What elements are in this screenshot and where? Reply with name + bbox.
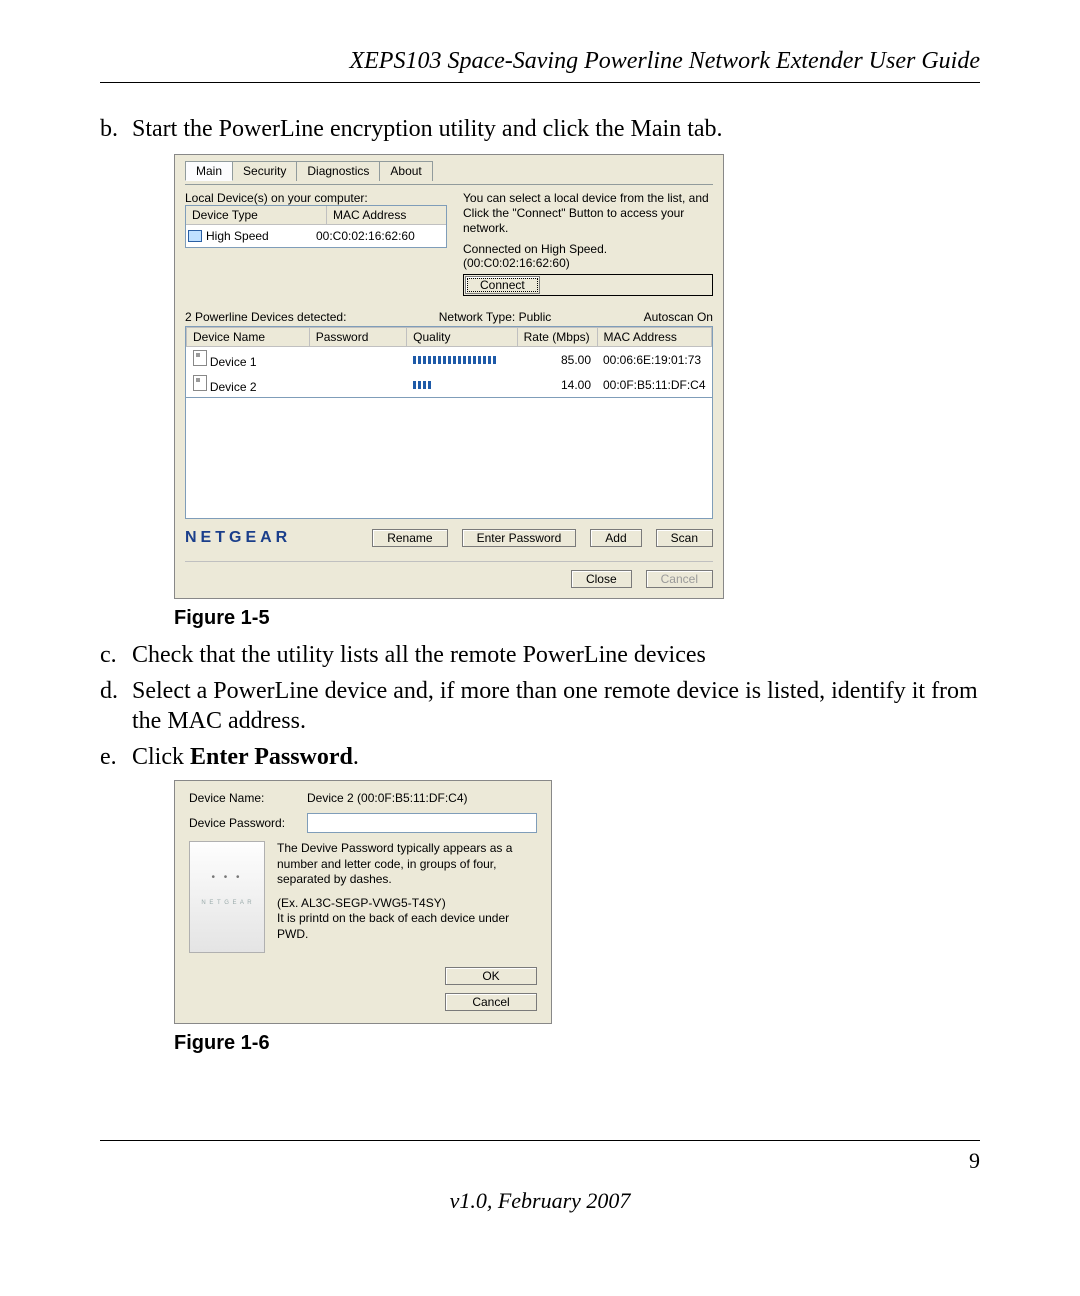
add-button[interactable]: Add <box>590 529 641 547</box>
connect-button[interactable]: Connect <box>465 276 540 294</box>
devices-grid: Device Name Password Quality Rate (Mbps)… <box>185 326 713 398</box>
tab-security[interactable]: Security <box>232 161 297 181</box>
netgear-logo: NETGEAR <box>185 529 291 547</box>
cell-name: Device 2 <box>210 380 257 394</box>
step-c-marker: c. <box>100 640 132 670</box>
close-button[interactable]: Close <box>571 570 632 588</box>
cancel-button: Cancel <box>646 570 713 588</box>
figure-1-5-caption: Figure 1-5 <box>174 607 980 630</box>
quality-bar <box>413 381 431 389</box>
device-name-label: Device Name: <box>189 791 307 805</box>
figure-1-5-window: Main Security Diagnostics About Local De… <box>174 154 724 599</box>
cell-password <box>309 372 406 397</box>
network-type-label: Network Type: Public <box>439 310 552 324</box>
col-rate: Rate (Mbps) <box>517 328 597 347</box>
device-name-value: Device 2 (00:0F:B5:11:DF:C4) <box>307 791 468 805</box>
device-password-input[interactable] <box>307 813 537 833</box>
step-b: b. Start the PowerLine encryption utilit… <box>100 114 980 144</box>
header-rule <box>100 82 980 83</box>
device-image-icon <box>189 841 265 953</box>
figure-1-6-dialog: Device Name: Device 2 (00:0F:B5:11:DF:C4… <box>174 780 552 1024</box>
cell-rate: 85.00 <box>517 347 597 373</box>
connect-hint: You can select a local device from the l… <box>463 191 713 236</box>
tab-about[interactable]: About <box>379 161 432 181</box>
local-devices-label: Local Device(s) on your computer: <box>185 191 447 205</box>
tab-main[interactable]: Main <box>185 161 233 181</box>
local-device-row[interactable]: High Speed 00:C0:02:16:62:60 <box>186 225 446 247</box>
step-d-text: Select a PowerLine device and, if more t… <box>132 676 980 736</box>
page-number: 9 <box>969 1148 980 1174</box>
cell-password <box>309 347 406 373</box>
password-help-2: (Ex. AL3C-SEGP-VWG5-T4SY) It is printd o… <box>277 896 537 943</box>
tab-diagnostics[interactable]: Diagnostics <box>296 161 380 181</box>
step-e-bold: Enter Password <box>190 744 353 770</box>
col-device-name: Device Name <box>187 328 310 347</box>
step-c: c. Check that the utility lists all the … <box>100 640 980 670</box>
step-e-pre: Click <box>132 744 190 770</box>
ok-button[interactable]: OK <box>445 967 537 985</box>
monitor-icon <box>188 230 202 242</box>
step-e-post: . <box>353 744 359 770</box>
device-icon <box>193 350 207 366</box>
device-password-label: Device Password: <box>189 816 307 830</box>
local-devices-list: Device Type MAC Address High Speed 00:C0… <box>185 205 447 248</box>
scan-button[interactable]: Scan <box>656 529 713 547</box>
step-b-marker: b. <box>100 114 132 144</box>
figure-1-6-caption: Figure 1-6 <box>174 1032 980 1055</box>
grid-empty-area <box>185 398 713 519</box>
tab-bar: Main Security Diagnostics About <box>185 161 713 181</box>
step-e-marker: e. <box>100 742 132 772</box>
col-mac: MAC Address <box>597 328 712 347</box>
step-b-text: Start the PowerLine encryption utility a… <box>132 114 723 144</box>
local-device-mac: 00:C0:02:16:62:60 <box>316 229 415 243</box>
doc-version: v1.0, February 2007 <box>0 1188 1080 1214</box>
autoscan-label: Autoscan On <box>644 310 713 324</box>
doc-header: XEPS103 Space-Saving Powerline Network E… <box>100 48 980 75</box>
step-e: e. Click Enter Password. <box>100 742 980 772</box>
step-d-marker: d. <box>100 676 132 736</box>
devices-detected-label: 2 Powerline Devices detected: <box>185 310 346 324</box>
enter-password-button[interactable]: Enter Password <box>462 529 577 547</box>
device-icon <box>193 375 207 391</box>
quality-bar <box>413 356 497 364</box>
cell-mac: 00:0F:B5:11:DF:C4 <box>597 372 712 397</box>
cell-mac: 00:06:6E:19:01:73 <box>597 347 712 373</box>
footer-rule <box>100 1140 980 1141</box>
step-d: d. Select a PowerLine device and, if mor… <box>100 676 980 736</box>
col-mac-address: MAC Address <box>327 206 446 224</box>
rename-button[interactable]: Rename <box>372 529 447 547</box>
table-row[interactable]: Device 1 85.00 00:06:6E:19:01:73 <box>187 347 712 373</box>
cell-rate: 14.00 <box>517 372 597 397</box>
connected-status: Connected on High Speed. (00:C0:02:16:62… <box>463 242 713 270</box>
col-password: Password <box>309 328 406 347</box>
password-help-1: The Devive Password typically appears as… <box>277 841 537 888</box>
cancel-button[interactable]: Cancel <box>445 993 537 1011</box>
table-row[interactable]: Device 2 14.00 00:0F:B5:11:DF:C4 <box>187 372 712 397</box>
cell-name: Device 1 <box>210 355 257 369</box>
step-c-text: Check that the utility lists all the rem… <box>132 640 706 670</box>
local-device-type: High Speed <box>204 229 316 243</box>
col-device-type: Device Type <box>186 206 327 224</box>
col-quality: Quality <box>407 328 517 347</box>
